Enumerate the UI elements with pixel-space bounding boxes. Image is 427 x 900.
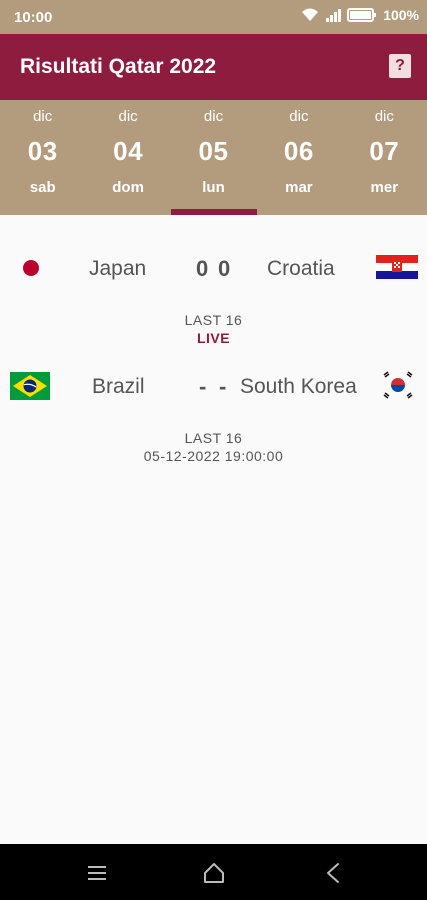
date-month: dic [289,108,309,125]
date-day: 04 [113,136,144,166]
date-day: 06 [283,136,314,166]
date-tab-05[interactable]: dic 05 lun [171,100,256,215]
date-weekday: mer [370,179,399,196]
date-tab-07[interactable]: dic 07 mer [342,100,427,215]
home-icon[interactable] [199,858,229,888]
home-team-name: Brazil [92,375,145,398]
croatia-flag-icon [376,255,418,279]
match-round: LAST 16 [184,312,243,328]
date-weekday: dom [112,179,144,196]
away-team-name: South Korea [240,375,357,398]
match-row-japan-croatia[interactable]: Japan 0 0 Croatia [0,246,427,290]
status-bar: 10:00 100% [0,0,427,34]
selected-tab-indicator [171,209,257,215]
app-bar: Risultati Qatar 2022 ? [0,34,427,100]
away-team-name: Croatia [267,257,335,280]
battery-percent: 100% [383,7,419,23]
japan-flag-icon [18,256,44,280]
match-row-brazil-southkorea[interactable]: Brazil - - South Korea [0,364,427,408]
brazil-flag-icon [10,372,50,400]
battery-icon [347,8,377,22]
status-time: 10:00 [14,9,53,26]
wifi-icon [302,8,319,21]
date-tab-03[interactable]: dic 03 sab [0,100,85,215]
date-tab-04[interactable]: dic 04 dom [85,100,170,215]
home-score: 0 [196,256,212,281]
date-tab-06[interactable]: dic 06 mar [256,100,341,215]
help-icon: ? [395,57,405,74]
help-button[interactable]: ? [389,54,411,78]
home-score: - [199,374,210,399]
kickoff-time: 05-12-2022 19:00:00 [143,448,284,464]
status-icons: 100% [301,7,419,23]
date-day: 07 [369,136,400,166]
date-day: 03 [27,136,58,166]
away-score: - [219,374,230,399]
match-round: LAST 16 [184,430,243,446]
date-day: 05 [198,136,229,166]
date-weekday: sab [29,179,56,196]
back-icon[interactable] [318,858,348,888]
date-month: dic [203,108,224,125]
date-selector: dic 03 sab dic 04 dom dic 05 lun dic 06 … [0,100,427,215]
date-weekday: mar [285,179,313,196]
south-korea-flag-icon [382,371,414,399]
date-month: dic [33,108,53,125]
app-title: Risultati Qatar 2022 [20,55,217,78]
menu-icon[interactable] [82,858,112,888]
date-month: dic [118,108,138,125]
away-score: 0 [218,256,234,281]
date-weekday: lun [202,179,225,196]
signal-icon [326,9,342,22]
date-month: dic [374,108,394,125]
home-team-name: Japan [89,257,147,280]
system-nav-bar [0,844,427,900]
live-badge: LIVE [196,330,231,346]
